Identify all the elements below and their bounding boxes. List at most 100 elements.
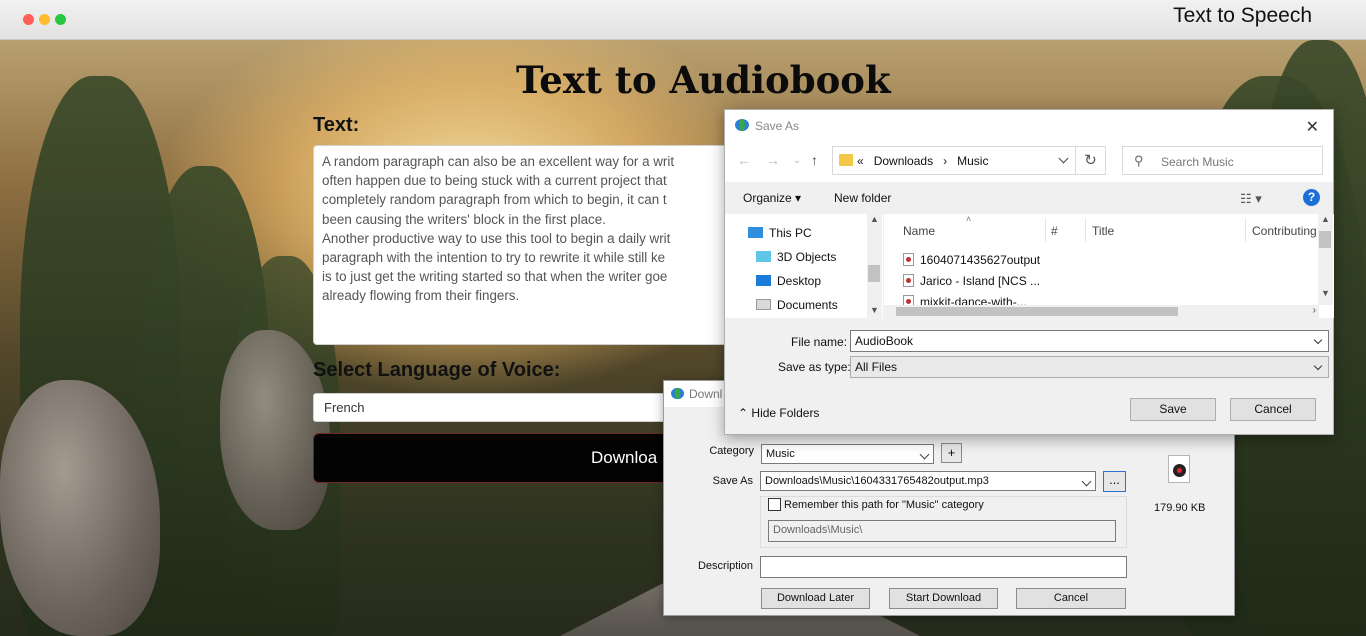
navigation-bar: ← → ⌄ ↑ « Downloads › Music ↻ ⚲ Search M… xyxy=(725,140,1333,182)
tree-item-this-pc[interactable]: This PC xyxy=(748,226,812,240)
tree-item-label: Desktop xyxy=(777,274,822,288)
tree-item-label: This PC xyxy=(769,226,812,240)
tree-item-3d-objects[interactable]: 3D Objects xyxy=(756,250,836,264)
save-type-label: Save as type: xyxy=(778,360,851,374)
new-folder-button[interactable]: New folder xyxy=(834,191,891,205)
scroll-right-icon[interactable]: › xyxy=(1313,305,1316,316)
scroll-thumb[interactable] xyxy=(1319,231,1331,248)
download-later-button[interactable]: Download Later xyxy=(761,588,870,609)
tree-item-label: 3D Objects xyxy=(777,250,837,264)
column-header-number[interactable]: # xyxy=(1051,224,1058,238)
file-list-hscroll[interactable]: › xyxy=(884,305,1319,318)
breadcrumb-separator: › xyxy=(943,154,948,168)
cancel-download-button[interactable]: Cancel xyxy=(1016,588,1126,609)
refresh-icon[interactable]: ↻ xyxy=(1076,146,1106,175)
save-dialog-titlebar: Save As ✕ xyxy=(725,110,1333,140)
breadcrumb-item[interactable]: Music xyxy=(957,154,988,168)
idm-logo-icon xyxy=(735,119,749,131)
chevron-down-icon[interactable] xyxy=(1058,153,1069,164)
tree-item-desktop[interactable]: Desktop xyxy=(756,274,821,288)
audio-file-icon xyxy=(903,253,914,266)
maximize-window-button[interactable] xyxy=(55,14,66,25)
tree-item-label: Documents xyxy=(777,298,838,312)
category-label: Category xyxy=(709,445,754,457)
save-as-dialog: Save As ✕ ← → ⌄ ↑ « Downloads › Music ↻ … xyxy=(724,109,1334,435)
list-item[interactable]: 1604071435627output xyxy=(903,253,1040,267)
file-name-value: AudioBook xyxy=(855,334,914,348)
save-type-select[interactable]: All Files xyxy=(850,356,1329,378)
browse-button[interactable]: ... xyxy=(1103,471,1126,492)
scroll-up-icon[interactable]: ▲ xyxy=(870,214,879,224)
chevron-up-icon: ⌃ xyxy=(738,406,749,420)
text-line: A random paragraph can also be an excell… xyxy=(322,154,675,169)
category-value: Music xyxy=(766,448,795,460)
organize-label: Organize xyxy=(743,191,792,205)
text-input-area[interactable]: A random paragraph can also be an excell… xyxy=(313,145,753,345)
breadcrumb-prefix: « xyxy=(857,154,864,168)
organize-menu[interactable]: Organize ▾ xyxy=(743,191,801,205)
search-input[interactable]: ⚲ Search Music xyxy=(1122,146,1323,175)
file-list-vscroll[interactable]: ▲ ▼ xyxy=(1318,214,1333,305)
forward-arrow-icon[interactable]: → xyxy=(766,152,780,168)
file-name: 1604071435627output xyxy=(920,253,1041,267)
column-separator xyxy=(1085,218,1086,242)
file-name: Jarico - Island [NCS ... xyxy=(920,274,1041,288)
column-header-contributing[interactable]: Contributing xyxy=(1252,224,1317,238)
download-dialog-title: Downl xyxy=(689,387,723,401)
list-item[interactable]: Jarico - Island [NCS ... xyxy=(903,274,1040,288)
audio-file-icon xyxy=(1168,455,1190,483)
description-input[interactable] xyxy=(760,556,1127,578)
text-line: is to just get the writing started so th… xyxy=(322,269,668,285)
close-icon[interactable]: ✕ xyxy=(1306,117,1319,137)
close-window-button[interactable] xyxy=(23,14,34,25)
add-category-button[interactable]: + xyxy=(941,443,962,463)
hide-folders-label: Hide Folders xyxy=(751,406,820,420)
cancel-button[interactable]: Cancel xyxy=(1230,398,1316,421)
audio-file-icon xyxy=(903,274,914,287)
scroll-down-icon[interactable]: ▼ xyxy=(870,305,879,315)
search-placeholder: Search Music xyxy=(1161,155,1234,169)
cube-icon xyxy=(756,251,771,262)
save-path-select[interactable]: Downloads\Music\1604331765482output.mp3 xyxy=(760,471,1096,491)
start-download-button[interactable]: Start Download xyxy=(889,588,998,609)
text-line: paragraph with the intention to try to r… xyxy=(322,250,666,266)
page-title: Text to Audiobook xyxy=(516,58,891,102)
text-line: often happen due to being stuck with a c… xyxy=(322,173,667,189)
category-select[interactable]: Music xyxy=(761,444,934,464)
navigation-scrollbar[interactable]: ▲ ▼ xyxy=(867,214,882,318)
save-dialog-title: Save As xyxy=(755,119,800,133)
idm-logo-icon xyxy=(671,387,684,400)
save-type-value: All Files xyxy=(855,360,898,374)
recent-locations-icon[interactable]: ⌄ xyxy=(793,155,801,166)
desktop-icon xyxy=(756,275,771,286)
breadcrumb-item[interactable]: Downloads xyxy=(874,154,933,168)
save-button[interactable]: Save xyxy=(1130,398,1216,421)
view-options-icon[interactable]: ☷ ▾ xyxy=(1240,191,1262,207)
chevron-down-icon[interactable] xyxy=(1313,335,1323,345)
breadcrumb: « Downloads › Music xyxy=(857,154,988,168)
navigation-pane: This PC 3D Objects Desktop Documents xyxy=(725,214,883,318)
tree-item-documents[interactable]: Documents xyxy=(756,298,838,312)
text-line: completely random paragraph from which t… xyxy=(322,192,667,208)
chevron-down-icon xyxy=(1313,361,1323,371)
scroll-up-icon[interactable]: ▲ xyxy=(1321,214,1330,224)
file-name-input[interactable]: AudioBook xyxy=(850,330,1329,352)
hide-folders-toggle[interactable]: ⌃ Hide Folders xyxy=(738,406,819,420)
text-line: Another productive way to use this tool … xyxy=(322,230,671,246)
column-separator xyxy=(1045,218,1046,242)
scroll-thumb[interactable] xyxy=(868,265,880,282)
up-arrow-icon[interactable]: ↑ xyxy=(811,152,818,168)
back-arrow-icon[interactable]: ← xyxy=(737,152,751,168)
text-line: already flowing from their fingers. xyxy=(322,288,520,304)
command-toolbar: Organize ▾ New folder ☷ ▾ ? xyxy=(725,182,1333,214)
column-header-title[interactable]: Title xyxy=(1092,224,1114,238)
minimize-window-button[interactable] xyxy=(39,14,50,25)
text-line: been causing the writers' block in the f… xyxy=(322,211,606,227)
scroll-thumb[interactable] xyxy=(896,307,1178,316)
address-bar[interactable]: « Downloads › Music xyxy=(832,146,1076,175)
scroll-down-icon[interactable]: ▼ xyxy=(1321,288,1330,298)
help-icon[interactable]: ? xyxy=(1303,189,1320,206)
window-title: Text to Speech xyxy=(1173,4,1312,27)
column-header-name[interactable]: Name xyxy=(903,224,935,238)
document-icon xyxy=(756,299,771,310)
